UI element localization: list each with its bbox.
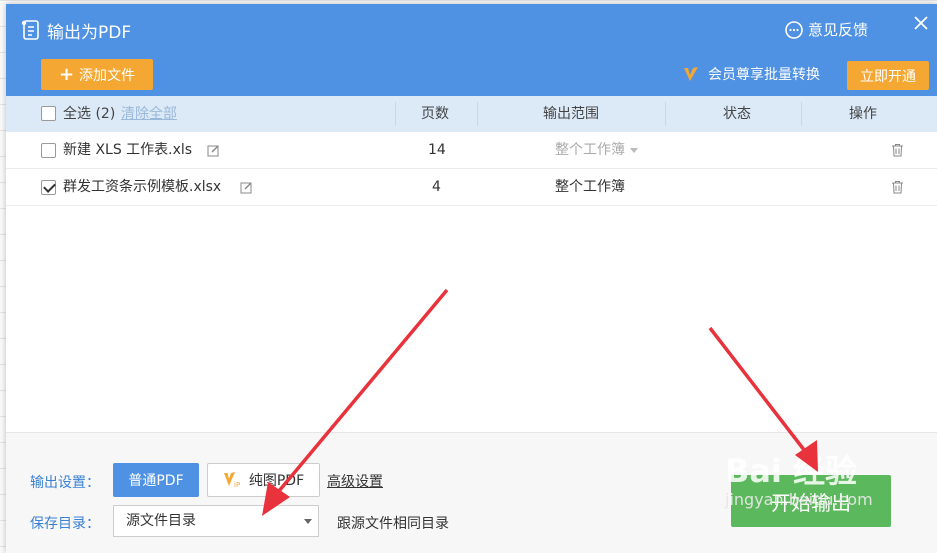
select-all-checkbox[interactable] [41, 106, 56, 121]
plus-icon: + [58, 63, 75, 85]
vip-open-button[interactable]: 立即开通 [847, 61, 929, 90]
advanced-settings-link[interactable]: 高级设置 [327, 471, 383, 491]
vip-promo-text: 会员尊享批量转换 [708, 67, 820, 83]
normal-pdf-button[interactable]: 普通PDF [113, 463, 199, 497]
rename-edit-icon[interactable] [240, 181, 253, 194]
export-settings-footer: 输出设置： 普通PDF iP 纯图PDF 高级设置 保存目录： 源文件目录 跟源… [6, 432, 937, 553]
svg-text:iP: iP [234, 481, 240, 489]
rename-edit-icon[interactable] [207, 144, 220, 157]
chevron-down-icon [304, 519, 312, 524]
column-header-pages: 页数 [421, 106, 449, 122]
column-header-status: 状态 [723, 106, 751, 122]
clear-all-link[interactable]: 清除全部 [121, 96, 177, 132]
column-divider [477, 102, 478, 126]
start-export-button[interactable]: 开始输出 [731, 475, 891, 527]
feedback-label: 意见反馈 [808, 21, 869, 39]
file-row[interactable]: 新建 XLS 工作表.xls 14 整个工作簿 [6, 132, 937, 169]
vip-badge-icon: iP [223, 472, 240, 489]
delete-trash-icon[interactable] [891, 180, 904, 194]
close-icon[interactable] [912, 14, 930, 32]
dialog-title: 输出为PDF [47, 23, 132, 43]
select-all-label: 全选 (2) [63, 106, 116, 122]
add-file-label: 添加文件 [79, 67, 136, 84]
column-header-range: 输出范围 [543, 106, 599, 122]
column-header-actions: 操作 [849, 106, 877, 122]
dialog-titlebar: 输出为PDF 意见反馈 + 添加文件 会员尊享批量转换 立即开通 [6, 4, 937, 96]
output-range-value[interactable]: 整个工作簿 [555, 169, 625, 206]
row-checkbox[interactable] [41, 180, 56, 195]
save-dir-select[interactable]: 源文件目录 [113, 505, 319, 537]
export-pdf-dialog: 输出为PDF 意见反馈 + 添加文件 会员尊享批量转换 立即开通 全选 (2) … [6, 4, 937, 553]
file-row[interactable]: 群发工资条示例模板.xlsx 4 整个工作簿 [6, 169, 937, 206]
save-dir-value: 源文件目录 [126, 513, 196, 529]
file-table-header: 全选 (2) 清除全部 页数 输出范围 状态 操作 [6, 96, 937, 132]
page-count: 14 [428, 142, 446, 158]
image-pdf-button[interactable]: iP 纯图PDF [207, 463, 320, 497]
feedback-link[interactable]: 意见反馈 [784, 19, 868, 40]
delete-trash-icon[interactable] [891, 143, 904, 157]
column-divider [395, 102, 396, 126]
output-settings-label: 输出设置： [30, 475, 100, 491]
chat-bubble-icon [785, 20, 803, 39]
vip-promo: 会员尊享批量转换 [682, 64, 820, 84]
vip-v-icon [684, 67, 698, 81]
pdf-export-icon [21, 20, 39, 40]
row-checkbox[interactable] [41, 143, 56, 158]
follow-source-dir-label: 跟源文件相同目录 [337, 516, 449, 532]
output-range-value: 整个工作簿 [555, 142, 625, 158]
output-range-select[interactable]: 整个工作簿 [555, 132, 638, 169]
chevron-down-icon [630, 147, 638, 153]
add-file-button[interactable]: + 添加文件 [41, 59, 153, 90]
image-pdf-label: 纯图PDF [248, 473, 305, 489]
column-divider [665, 102, 666, 126]
save-dir-label: 保存目录： [30, 516, 100, 532]
file-name: 群发工资条示例模板.xlsx [63, 179, 222, 195]
file-name: 新建 XLS 工作表.xls [63, 142, 193, 158]
page-count: 4 [432, 179, 441, 195]
column-divider [801, 102, 802, 126]
